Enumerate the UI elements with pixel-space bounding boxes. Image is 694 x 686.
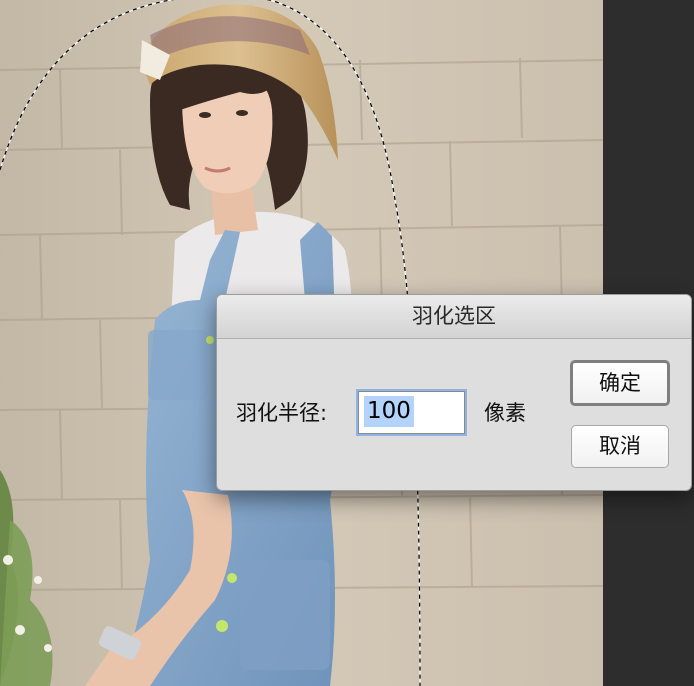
- unit-label: 像素: [484, 401, 526, 425]
- feather-radius-value[interactable]: 100: [364, 396, 414, 427]
- dialog-title: 羽化选区: [412, 304, 496, 328]
- app-window: 羽化选区 羽化半径: 100 像素 确定 取消: [0, 0, 694, 686]
- dialog-titlebar[interactable]: 羽化选区: [217, 295, 691, 339]
- feather-radius-label: 羽化半径:: [236, 401, 328, 425]
- feather-radius-input[interactable]: 100: [358, 391, 465, 434]
- cancel-button[interactable]: 取消: [571, 425, 669, 468]
- feather-selection-dialog: 羽化选区 羽化半径: 100 像素 确定 取消: [216, 294, 692, 491]
- ok-button[interactable]: 确定: [570, 360, 670, 406]
